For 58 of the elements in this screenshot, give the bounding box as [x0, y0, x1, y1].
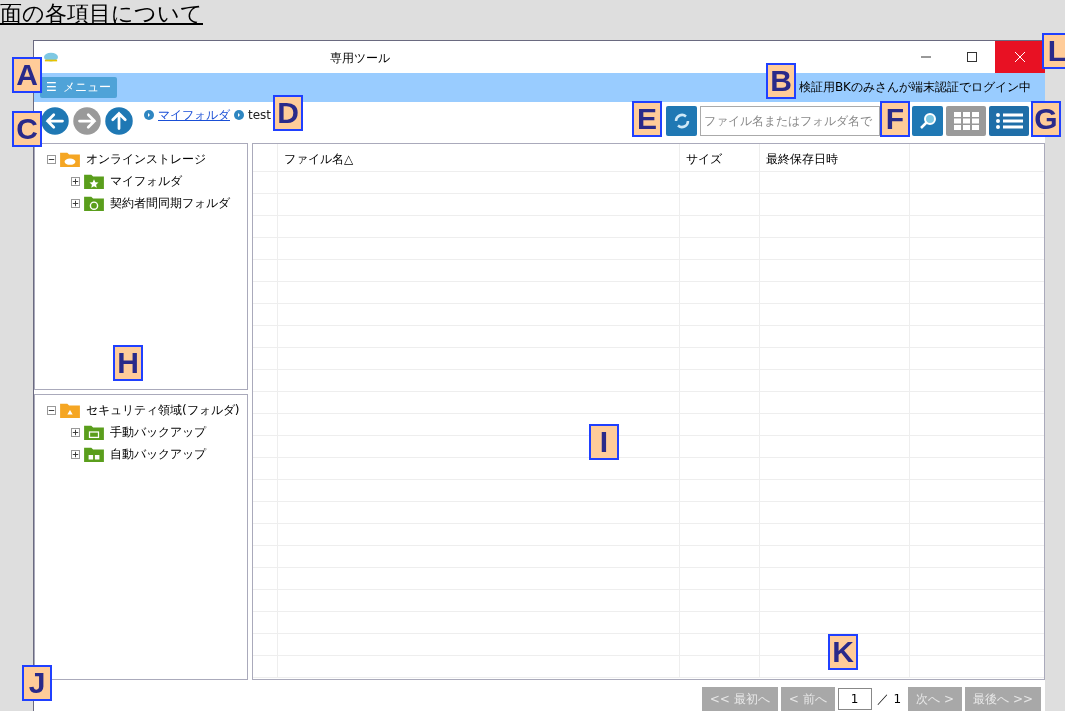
- callout-label: D: [273, 95, 303, 131]
- breadcrumb-link[interactable]: マイフォルダ: [158, 106, 230, 125]
- search-field[interactable]: ファイル名またはフォルダ名で: [700, 106, 880, 137]
- expand-toggle[interactable]: [71, 449, 80, 459]
- tree-item[interactable]: 契約者間同期フォルダ: [110, 194, 230, 213]
- callout-label: G: [1031, 101, 1061, 137]
- grid-icon: [951, 111, 981, 132]
- login-status: 検証用BKのみさんが端末認証でログイン中: [798, 79, 1031, 97]
- tree-item[interactable]: マイフォルダ: [110, 172, 182, 191]
- close-icon: [1015, 51, 1025, 62]
- callout-label: J: [22, 665, 52, 701]
- tree-item[interactable]: 手動バックアップ: [110, 423, 206, 442]
- folder-icon: [83, 194, 105, 213]
- callout-label: L: [1042, 33, 1065, 69]
- folder-icon: [59, 150, 81, 169]
- folder-icon: [83, 423, 105, 442]
- collapse-toggle[interactable]: [47, 154, 56, 164]
- callout-label: B: [766, 63, 796, 99]
- collapse-toggle[interactable]: [47, 405, 56, 415]
- back-button[interactable]: [40, 106, 70, 137]
- expand-toggle[interactable]: [71, 198, 80, 208]
- search-button[interactable]: [912, 106, 943, 137]
- list-view-button[interactable]: [989, 106, 1029, 137]
- plus-icon: [72, 177, 79, 185]
- list-icon: [994, 111, 1024, 132]
- close-button[interactable]: [995, 41, 1045, 73]
- folder-icon: [83, 445, 105, 464]
- column-header[interactable]: 最終保存日時: [766, 152, 838, 167]
- folder-icon: [83, 172, 105, 191]
- callout-label: K: [828, 634, 858, 670]
- callout-label: C: [12, 111, 42, 147]
- refresh-button[interactable]: [666, 106, 697, 137]
- expand-toggle[interactable]: [71, 427, 80, 437]
- tree-item[interactable]: オンラインストレージ: [86, 150, 206, 169]
- grid-view-button[interactable]: [946, 106, 986, 137]
- plus-icon: [72, 199, 79, 207]
- page-separator: ／: [875, 690, 890, 708]
- callout-label: E: [632, 101, 662, 137]
- column-header[interactable]: ファイル名△: [284, 152, 354, 167]
- column-header[interactable]: サイズ: [686, 152, 722, 167]
- chevron-icon: [234, 110, 244, 121]
- callout-label: F: [880, 101, 910, 137]
- folder-icon: [59, 401, 81, 420]
- page-total: 1: [893, 690, 903, 708]
- callout-label: I: [589, 424, 619, 460]
- tree-item[interactable]: セキュリティ領域(フォルダ): [86, 401, 240, 420]
- expand-toggle[interactable]: [71, 176, 80, 186]
- tree-item[interactable]: 自動バックアップ: [110, 445, 206, 464]
- callout-label: A: [12, 57, 42, 93]
- maximize-icon: [967, 51, 977, 62]
- breadcrumb-current: test: [248, 107, 272, 125]
- plus-icon: [72, 450, 79, 458]
- window-title: 専用ツール: [330, 50, 390, 67]
- plus-icon: [72, 428, 79, 436]
- up-button[interactable]: [104, 106, 134, 137]
- callout-label: H: [113, 345, 143, 381]
- chevron-icon: [144, 110, 154, 121]
- page-heading: 面の各項目について: [0, 1, 203, 27]
